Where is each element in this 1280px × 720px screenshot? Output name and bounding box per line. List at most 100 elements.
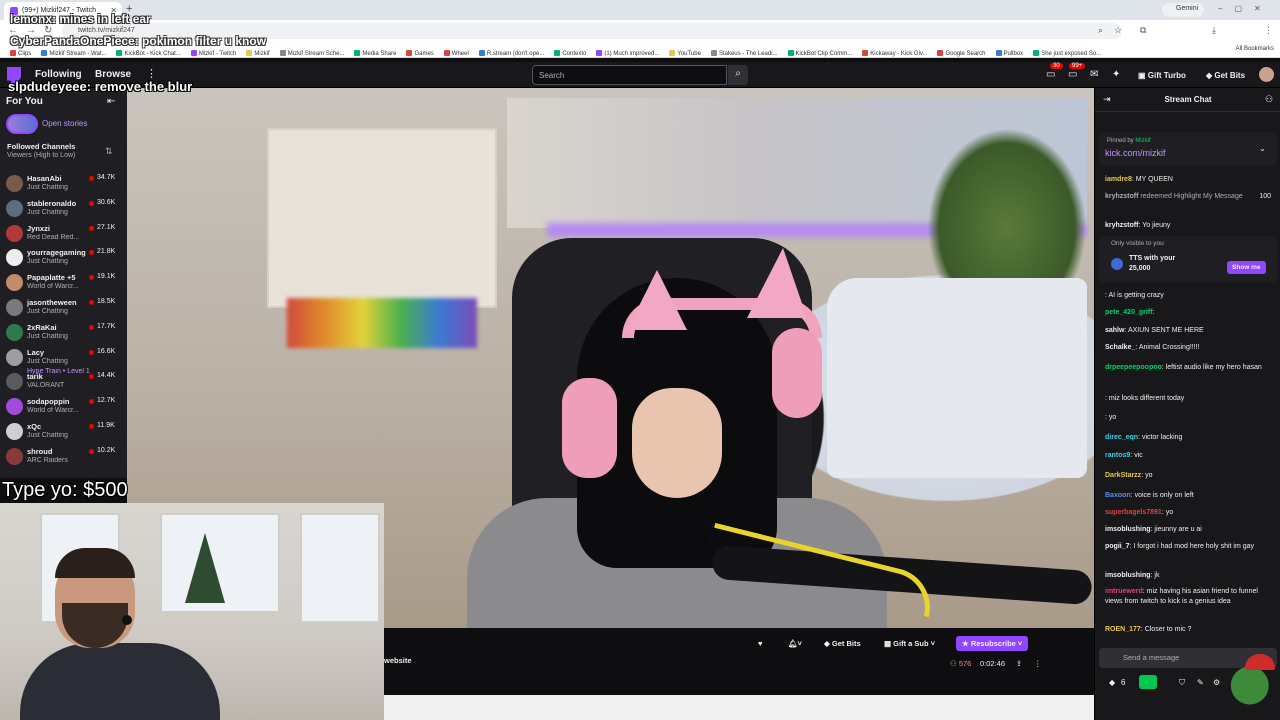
open-stories-link[interactable]: Open stories: [42, 119, 87, 128]
left-sidebar: For You ⇤ Open stories Followed Channels…: [0, 88, 127, 478]
sidebar-channel[interactable]: sodapoppin World of Warcr... 12.7K: [0, 395, 127, 419]
bookmark-item[interactable]: Stakeus - The Leadi...: [710, 50, 778, 57]
chat-username[interactable]: imtruewerd: [1105, 588, 1143, 595]
bookmark-item[interactable]: Wheel: [443, 50, 469, 57]
settings-icon[interactable]: ⚙: [1213, 678, 1220, 687]
bookmark-item[interactable]: Mizkif Stream Sche...: [279, 50, 344, 57]
sidebar-channel[interactable]: tarik VALORANT 14.4K: [0, 370, 127, 394]
window-controls[interactable]: –▢✕: [1218, 4, 1273, 13]
sort-icon[interactable]: ⇅: [105, 146, 113, 157]
bookmark-star-icon[interactable]: ☆: [1114, 25, 1122, 36]
chat-username[interactable]: pete_420_griff: [1105, 309, 1152, 316]
sidebar-channel[interactable]: 2xRaKai Just Chatting 17.7K: [0, 321, 127, 345]
search-icon[interactable]: ⌕: [728, 65, 748, 85]
downloads-icon[interactable]: ⤓: [1212, 25, 1216, 36]
sidebar-channel[interactable]: xQc Just Chatting 11.9K: [0, 420, 127, 444]
points-cost: 100: [1259, 193, 1271, 200]
bookmark-item[interactable]: Clips: [10, 50, 31, 57]
bookmark-item[interactable]: Google Search: [937, 50, 986, 57]
bookmark-item[interactable]: Kickaway - Kick Giv...: [862, 50, 927, 57]
chat-username[interactable]: iamdre8: [1105, 176, 1132, 183]
show-me-button[interactable]: Show me: [1227, 261, 1266, 274]
gift-turbo-button[interactable]: ▣ Gift Turbo: [1132, 66, 1192, 84]
bookmark-item[interactable]: Mizkif: [246, 50, 270, 57]
bookmark-item[interactable]: Media Share: [354, 50, 396, 57]
search-input[interactable]: Search: [532, 65, 727, 85]
chat-username[interactable]: direc_eqn: [1105, 434, 1138, 441]
zoom-icon[interactable]: ⌕: [1098, 25, 1103, 36]
chat-text: AXIUN SENT ME HERE: [1127, 327, 1204, 334]
pen-icon[interactable]: ✎: [1197, 678, 1204, 687]
chat-username[interactable]: DarkStarzz: [1105, 472, 1141, 479]
chat-username[interactable]: ROEN_177: [1105, 626, 1141, 633]
bookmark-item[interactable]: Games: [406, 50, 434, 57]
pinned-by-label: Pinned by Mizkif: [1107, 138, 1151, 144]
gemini-label: Gemini: [1176, 5, 1199, 12]
notifications-icon[interactable]: ✉: [1090, 69, 1098, 80]
sidebar-channel[interactable]: Lacy Just Chatting 16.6K Hype Train • Level…: [0, 346, 127, 375]
chat-username[interactable]: imsoblushing: [1105, 526, 1151, 533]
chat-username[interactable]: imsoblushing: [1105, 572, 1151, 579]
chat-username[interactable]: Baxoon: [1105, 492, 1131, 499]
gemini-button[interactable]: Gemini: [1162, 3, 1205, 17]
bookmark-item[interactable]: YouTube: [669, 50, 701, 57]
chat-green-button[interactable]: [1139, 675, 1157, 689]
chat-message: : AI is getting crazy: [1105, 291, 1275, 301]
user-avatar[interactable]: [1259, 67, 1274, 82]
follow-heart-icon[interactable]: ♥: [752, 636, 768, 651]
pinned-message[interactable]: Pinned by Mizkif kick.com/mizkif ⌄: [1099, 132, 1277, 166]
whispers-icon[interactable]: ▭: [1068, 69, 1077, 80]
stories-avatar[interactable]: [6, 114, 38, 134]
collapse-sidebar-icon[interactable]: ⇤: [107, 96, 115, 107]
chat-username[interactable]: sahlw: [1105, 327, 1124, 334]
bookmark-item[interactable]: KickBot - Kick Chat...: [116, 50, 181, 57]
bookmark-item[interactable]: KickBot Clip Comm...: [787, 50, 852, 57]
shield-icon[interactable]: ⛉: [1179, 678, 1185, 688]
sidebar-channel[interactable]: stableronaldo Just Chatting 30.6K: [0, 197, 127, 221]
chat-text: jk: [1154, 572, 1160, 579]
bookmark-item[interactable]: Mizkif - Twitch: [190, 50, 236, 57]
sidebar-channel[interactable]: yourragegaming Just Chatting 21.8K: [0, 246, 127, 270]
bookmark-label: YouTube: [677, 51, 701, 57]
bookmark-favicon-icon: [279, 50, 286, 56]
share-icon[interactable]: ⇪: [1016, 659, 1022, 668]
menu-icon[interactable]: ⋮: [1264, 25, 1273, 36]
chat-username[interactable]: pogii_7: [1105, 543, 1130, 550]
chat-username[interactable]: drpeepeepoopoo: [1105, 364, 1162, 371]
chat-username[interactable]: superbagels7891: [1105, 509, 1162, 516]
bookmark-item[interactable]: Pullbox: [995, 50, 1023, 57]
pinned-link[interactable]: kick.com/mizkif: [1105, 148, 1166, 158]
sidebar-channel[interactable]: jasontheween Just Chatting 18.5K: [0, 296, 127, 320]
chat-text: leftist audio like my hero hasan: [1165, 364, 1262, 371]
more-options-icon[interactable]: ⋮: [1034, 659, 1042, 668]
get-bits-button[interactable]: ◆ Get Bits: [1200, 66, 1251, 84]
notification-bell-icon[interactable]: 🔔︎˅: [782, 636, 808, 651]
inbox-icon[interactable]: ▭: [1046, 69, 1055, 80]
bookmark-favicon-icon: [596, 50, 603, 56]
get-bits-player-button[interactable]: ◆ Get Bits: [818, 636, 867, 651]
resubscribe-button[interactable]: ★ Resubscribe ˅: [956, 636, 1029, 651]
bookmark-item[interactable]: (1) Much improved...: [596, 50, 659, 57]
sidebar-channel[interactable]: shroud ARC Raiders 10.2K: [0, 445, 127, 469]
bookmark-item[interactable]: Mizkif Stream - Wat...: [41, 50, 106, 57]
extensions-icon[interactable]: ⧉: [1140, 25, 1146, 36]
gift-sub-button[interactable]: ▦ Gift a Sub ˅: [878, 636, 941, 651]
channel-avatar: [6, 224, 23, 242]
prime-icon[interactable]: ✦: [1112, 69, 1120, 80]
chat-username[interactable]: kryhzstoff: [1105, 193, 1138, 200]
channel-avatar: [6, 398, 23, 416]
bits-icon[interactable]: ◆: [1109, 678, 1115, 687]
bookmark-item[interactable]: She just exposed So...: [1033, 50, 1101, 57]
bookmark-item[interactable]: R.stream (don't ope...: [478, 50, 544, 57]
all-bookmarks[interactable]: All Bookmarks: [1236, 46, 1274, 52]
chat-username[interactable]: Schalke_: [1105, 344, 1135, 351]
sidebar-channel[interactable]: Papaplatte +5 World of Warcr... 19.1K: [0, 271, 127, 295]
sidebar-channel[interactable]: HasanAbi Just Chatting 34.7K: [0, 172, 127, 196]
chat-users-icon[interactable]: ⚇: [1265, 94, 1273, 105]
bookmark-item[interactable]: Contexto: [554, 50, 586, 57]
chat-username[interactable]: rantos9: [1105, 452, 1130, 459]
chevron-down-icon[interactable]: ⌄: [1259, 144, 1266, 153]
live-dot-icon: [89, 424, 94, 429]
sidebar-channel[interactable]: Jynxzi Red Dead Red... 27.1K: [0, 222, 127, 246]
chat-username[interactable]: kryhzstoff: [1105, 222, 1138, 229]
